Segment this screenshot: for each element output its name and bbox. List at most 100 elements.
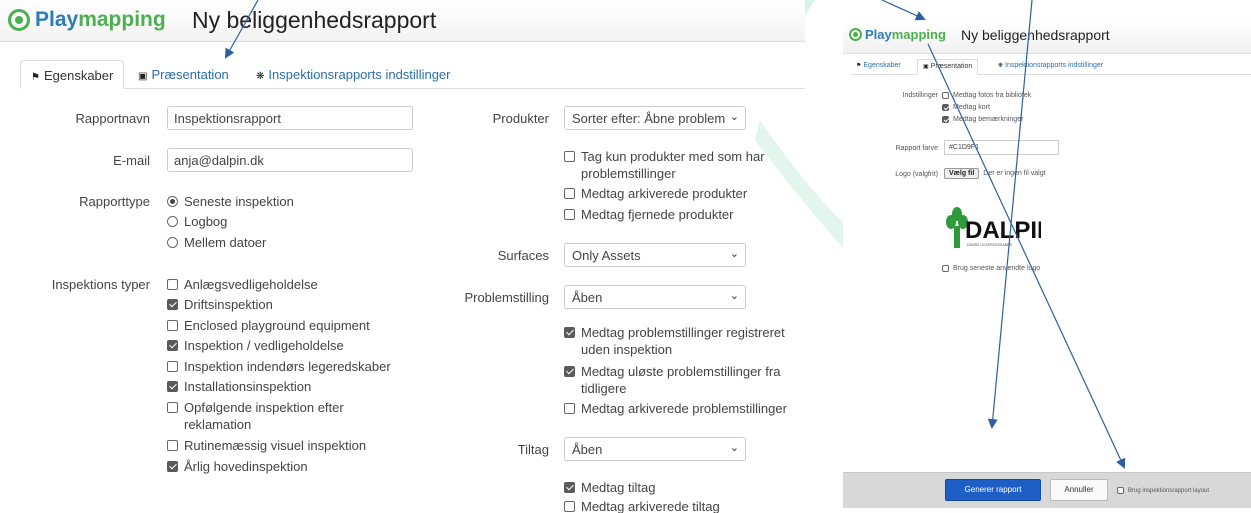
checkbox[interactable]	[942, 92, 949, 99]
checkbox[interactable]	[167, 361, 178, 372]
checkbox-label: Enclosed playground equipment	[184, 318, 370, 333]
problems-select[interactable]: Åben ⌄	[564, 285, 746, 309]
products-select[interactable]: Sorter efter: Åbne problem ⌄	[564, 106, 746, 130]
report-name-input[interactable]: Inspektionsrapport	[167, 106, 413, 130]
checkbox-arkiverede-produkter[interactable]: Medtag arkiverede produkter	[564, 185, 747, 202]
checkbox[interactable]	[167, 279, 178, 290]
chevron-down-icon: ⌄	[729, 248, 739, 260]
tab-inspektionsrapport-indstillinger[interactable]: ❋ Inspektionsrapports indstillinger	[246, 60, 461, 89]
checkbox[interactable]	[942, 265, 949, 272]
radio-logbog[interactable]: Logbog	[167, 213, 227, 230]
checkbox-label: Tag kun produkter med som har problemstil…	[581, 148, 765, 182]
email-input[interactable]: anja@dalpin.dk	[167, 148, 413, 172]
measures-select[interactable]: Åben ⌄	[564, 437, 746, 461]
report-dialog-large: Play mapping Ny beliggenhedsrapport ⚑ Egen…	[0, 0, 805, 513]
checkbox-uloeste-problemer[interactable]: Medtag uløste problemstillinger fra tidli…	[564, 363, 780, 397]
tab-praesentation[interactable]: ▣ Præsentation	[128, 60, 239, 89]
brand-part1: Play	[35, 8, 79, 31]
checkbox[interactable]	[167, 320, 178, 331]
playmapping-logo: Play mapping	[8, 8, 166, 32]
checkbox[interactable]	[564, 482, 575, 493]
checkbox[interactable]	[564, 151, 575, 162]
checkbox-enclosed-playground[interactable]: Enclosed playground equipment	[167, 317, 370, 334]
checkbox-label: Opfølgende inspektion efter reklamation	[184, 399, 344, 433]
radio-label: Logbog	[184, 214, 228, 229]
radio-button[interactable]	[167, 237, 178, 248]
gear-icon: ❋	[998, 63, 1004, 69]
page-title: Ny beliggenhedsrapport	[192, 7, 437, 33]
checkbox[interactable]	[167, 299, 178, 310]
checkbox-kun-produkter-med-problemer[interactable]: Tag kun produkter med som har problemstil…	[564, 148, 765, 182]
dalpin-logo-text: DALPIN	[965, 217, 1041, 244]
measures-label: Tiltag	[517, 442, 549, 457]
checkbox[interactable]	[564, 366, 575, 377]
checkbox-arkiverede-tiltag[interactable]: Medtag arkiverede tiltag	[564, 498, 720, 513]
camera-icon: ▣	[923, 64, 929, 70]
checkbox-label-line2: reklamation	[184, 417, 252, 432]
tag-icon: ⚑	[31, 72, 40, 83]
checkbox-label-line1: Tag kun produkter med som har	[581, 149, 765, 164]
checkbox[interactable]	[564, 188, 575, 199]
checkbox-anlaegsvedligeholdelse[interactable]: Anlægsvedligeholdelse	[167, 276, 318, 293]
checkbox[interactable]	[564, 327, 575, 338]
checkbox[interactable]	[167, 461, 178, 472]
surfaces-select[interactable]: Only Assets ⌄	[564, 243, 746, 267]
checkbox-inspektion-vedligeholdelse[interactable]: Inspektion / vedligeholdelse	[167, 337, 344, 354]
checkbox-label-line2: uden inspektion	[581, 342, 673, 357]
file-status: Der er ingen fil valgt	[983, 170, 1046, 177]
radio-button[interactable]	[167, 196, 178, 207]
checkbox-driftsinspektion[interactable]: Driftsinspektion	[167, 296, 273, 313]
cancel-button[interactable]: Annuller	[1050, 479, 1108, 501]
tab-praesentation[interactable]: ▣ Præsentation	[917, 59, 979, 75]
checkbox[interactable]	[167, 340, 178, 351]
checkbox-label: Medtag arkiverede problemstillinger	[581, 401, 787, 416]
checkbox[interactable]	[564, 501, 575, 512]
tab-label: Præsentation	[151, 67, 229, 82]
radio-button[interactable]	[167, 216, 178, 227]
checkbox-medtag-bemaerkninger[interactable]: Medtag bemærkninger	[942, 116, 1023, 123]
checkbox[interactable]	[564, 209, 575, 220]
tab-label: Præsentation	[930, 63, 973, 70]
checkbox-label-line1: Opfølgende inspektion efter	[184, 400, 344, 415]
checkbox[interactable]	[167, 440, 178, 451]
playmapping-logo-icon	[8, 9, 30, 31]
tab-label: Egenskaber	[43, 68, 114, 83]
checkbox[interactable]	[942, 116, 949, 123]
logo-file-picker[interactable]: Vælg fil Der er ingen fil valgt	[944, 168, 1046, 179]
checkbox-fjernede-produkter[interactable]: Medtag fjernede produkter	[564, 206, 733, 223]
checkbox[interactable]	[167, 381, 178, 392]
checkbox-opfoelgende-inspektion[interactable]: Opfølgende inspektion efter reklamation	[167, 399, 344, 433]
radio-mellem-datoer[interactable]: Mellem datoer	[167, 234, 266, 251]
report-type-label: Rapporttype	[79, 194, 150, 209]
checkbox-inspektion-indendoers[interactable]: Inspektion indendørs legeredskaber	[167, 358, 391, 375]
checkbox-label-line2: problemstillinger	[581, 166, 676, 181]
checkbox[interactable]	[564, 403, 575, 414]
dalpin-logo-subtext: DANSK LEGEREDSKABER	[967, 243, 1013, 247]
tab-egenskaber[interactable]: ⚑ Egenskaber	[20, 60, 125, 89]
choose-file-button[interactable]: Vælg fil	[944, 168, 980, 179]
checkbox[interactable]	[942, 104, 949, 111]
checkbox-aarlig-hovedinspektion[interactable]: Årlig hovedinspektion	[167, 458, 308, 475]
checkbox-medtag-tiltag[interactable]: Medtag tiltag	[564, 479, 655, 496]
checkbox-label: Medtag arkiverede produkter	[581, 186, 748, 201]
radio-seneste-inspektion[interactable]: Seneste inspektion	[167, 193, 294, 210]
checkbox-inspektionsrapport-layout[interactable]: Brug inspektionsrapport layout	[1117, 487, 1209, 494]
checkbox-problemer-uden-inspektion[interactable]: Medtag problemstillinger registreret uden…	[564, 324, 785, 358]
report-color-input[interactable]: #C1D9F1	[944, 140, 1059, 155]
tab-inspektionsrapport-indstillinger[interactable]: ❋ Inspektionsrapports indstillinger	[993, 59, 1108, 75]
checkbox-installationsinspektion[interactable]: Installationsinspektion	[167, 378, 311, 395]
brand-part2: mapping	[891, 27, 946, 42]
checkbox-label-line2: tidligere	[581, 381, 627, 396]
generate-report-button[interactable]: Generer rapport	[945, 479, 1041, 501]
checkbox-label: Installationsinspektion	[184, 379, 312, 394]
checkbox-rutinemaessig[interactable]: Rutinemæssig visuel inspektion	[167, 437, 366, 454]
checkbox-fotos-fra-bibliotek[interactable]: Medtag fotos fra bibliotek	[942, 92, 1031, 99]
checkbox-medtag-kort[interactable]: Medtag kort	[942, 104, 990, 111]
measures-select-value: Åben	[572, 442, 603, 457]
checkbox-seneste-logo[interactable]: Brug seneste anvendte logo	[942, 265, 1040, 272]
checkbox[interactable]	[167, 402, 178, 413]
checkbox[interactable]	[1117, 487, 1124, 494]
tab-egenskaber[interactable]: ⚑ Egenskaber	[851, 59, 906, 75]
checkbox-arkiverede-problemer[interactable]: Medtag arkiverede problemstillinger	[564, 400, 787, 417]
tab-bar: ⚑ Egenskaber ▣ Præsentation ❋ Inspektionsra…	[851, 59, 1251, 75]
